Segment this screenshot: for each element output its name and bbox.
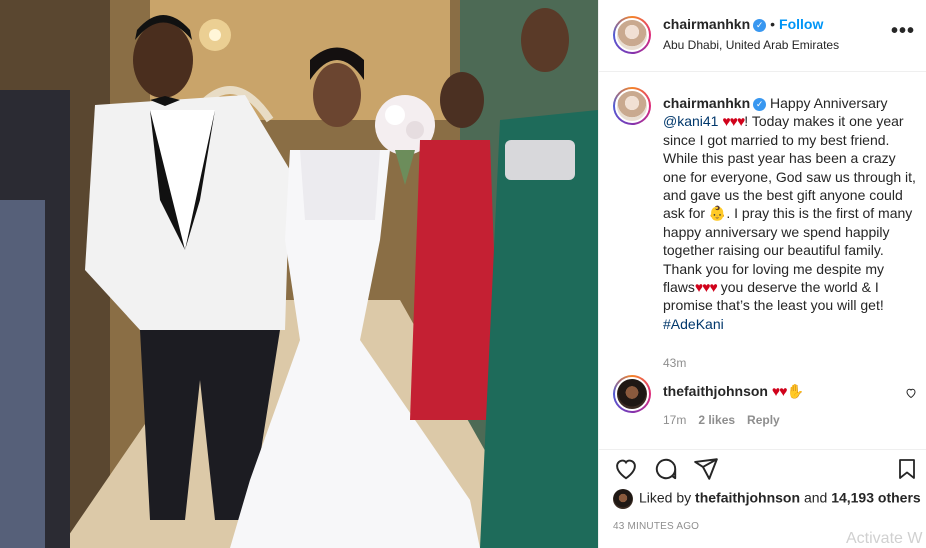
hearts-emoji-icon: ♥♥♥: [694, 279, 718, 296]
comment-like-heart-icon[interactable]: [905, 387, 917, 399]
caption-greeting: Happy Anniversary: [770, 95, 888, 111]
author-avatar[interactable]: [613, 16, 651, 54]
likes-line: Liked by thefaithjohnson and 14,193 othe…: [613, 489, 921, 511]
likes-prefix: Liked by: [639, 489, 692, 506]
comment-meta: 17m 2 likes Reply: [663, 413, 792, 427]
commenter-avatar[interactable]: [613, 375, 651, 413]
hearts-emoji-icon: ♥♥♥: [722, 113, 745, 130]
save-bookmark-icon[interactable]: [895, 456, 919, 482]
post-timestamp: 43 MINUTES AGO: [613, 521, 700, 532]
post-location[interactable]: Abu Dhabi, United Arab Emirates: [663, 38, 839, 52]
post-photo[interactable]: [0, 0, 598, 548]
caption-hashtag[interactable]: #AdeKani: [663, 316, 724, 332]
comments-area: chairmanhkn ✓ Happy Anniversary @kani41 ♥…: [599, 73, 926, 449]
caption-avatar[interactable]: [613, 87, 651, 125]
comment-likes-link[interactable]: 2 likes: [698, 413, 735, 427]
post-detail-panel: chairmanhkn ✓ • Follow Abu Dhabi, United Ar…: [598, 0, 926, 548]
caption-text: chairmanhkn ✓ Happy Anniversary @kani41 ♥…: [663, 94, 921, 333]
wedding-photo-illustration: [0, 0, 598, 548]
baby-emoji-icon: 👶: [708, 205, 727, 222]
like-heart-icon[interactable]: [613, 456, 639, 482]
verified-badge-icon: ✓: [753, 98, 767, 111]
action-bar: [599, 449, 926, 489]
likes-and: and: [803, 489, 828, 506]
raised-hand-emoji-icon: ✋: [786, 383, 804, 399]
comment-text: thefaithjohnson ♥♥✋: [663, 383, 804, 400]
likes-others-link[interactable]: 14,193 others: [831, 490, 921, 506]
author-name-line: chairmanhkn ✓ • Follow: [663, 16, 823, 32]
liker-avatar[interactable]: [613, 489, 633, 509]
comment-bubble-icon[interactable]: [653, 456, 679, 482]
reply-button[interactable]: Reply: [747, 413, 780, 427]
author-username[interactable]: chairmanhkn: [663, 16, 750, 32]
liker-username[interactable]: thefaithjohnson: [695, 490, 800, 506]
more-options-icon[interactable]: •••: [891, 21, 915, 41]
separator-dot: •: [770, 16, 776, 32]
hearts-emoji-icon: ♥♥: [771, 383, 788, 399]
share-direct-icon[interactable]: [693, 456, 719, 482]
comment-time: 17m: [663, 413, 687, 427]
caption-mention[interactable]: @kani41: [663, 113, 718, 129]
verified-badge-icon: ✓: [753, 19, 767, 32]
caption-username[interactable]: chairmanhkn: [663, 95, 750, 111]
commenter-username[interactable]: thefaithjohnson: [663, 383, 768, 399]
caption-time: 43m: [663, 356, 687, 370]
follow-button[interactable]: Follow: [779, 16, 823, 32]
post-header: chairmanhkn ✓ • Follow Abu Dhabi, United Ar…: [599, 0, 926, 72]
